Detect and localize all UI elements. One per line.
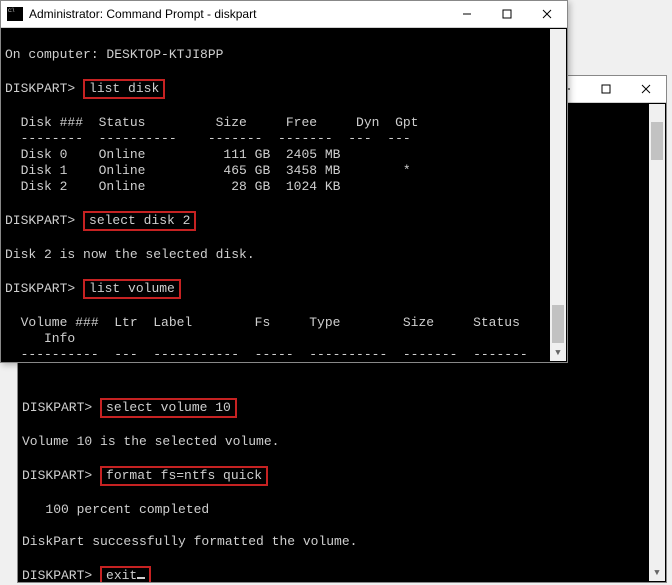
terminal-front[interactable]: On computer: DESKTOP-KTJI8PP DISKPART> l…	[1, 28, 567, 362]
minimize-button[interactable]	[447, 1, 487, 27]
window-title: Administrator: Command Prompt - diskpart	[29, 7, 447, 21]
success-msg: DiskPart successfully formatted the volu…	[22, 534, 357, 549]
scroll-thumb[interactable]	[651, 122, 663, 160]
scrollbar[interactable]: ▲ ▼	[550, 29, 566, 361]
scroll-down-icon[interactable]: ▼	[550, 345, 566, 361]
computer-line: On computer: DESKTOP-KTJI8PP	[5, 47, 223, 62]
prompt: DISKPART>	[22, 400, 92, 415]
cursor	[137, 577, 145, 579]
disk-header: Disk ### Status Size Free Dyn Gpt	[5, 115, 418, 130]
cmd-list-disk: list disk	[83, 79, 165, 99]
scroll-track[interactable]	[649, 120, 665, 565]
scroll-thumb[interactable]	[552, 305, 564, 343]
prompt: DISKPART>	[22, 568, 92, 582]
maximize-button[interactable]	[586, 76, 626, 102]
progress-msg: 100 percent completed	[22, 502, 209, 517]
vol-header: Volume ### Ltr Label Fs Type Size Status	[5, 315, 520, 330]
maximize-button[interactable]	[487, 1, 527, 27]
prompt: DISKPART>	[5, 81, 75, 96]
vol-sep: ---------- --- ----------- ----- -------…	[5, 347, 528, 362]
cmd-icon	[7, 7, 23, 21]
close-button[interactable]	[527, 1, 567, 27]
prompt: DISKPART>	[5, 281, 75, 296]
cmd-select-disk: select disk 2	[83, 211, 196, 231]
titlebar[interactable]: Administrator: Command Prompt - diskpart	[1, 1, 567, 28]
close-button[interactable]	[626, 76, 666, 102]
prompt: DISKPART>	[5, 213, 75, 228]
vol-header-cont: Info	[5, 331, 75, 346]
disk-sep: -------- ---------- ------- ------- --- …	[5, 131, 411, 146]
scrollbar[interactable]: ▲ ▼	[649, 104, 665, 581]
scroll-track[interactable]	[550, 45, 566, 345]
prompt: DISKPART>	[22, 468, 92, 483]
cmd-list-volume: list volume	[83, 279, 181, 299]
disk-row: Disk 2 Online 28 GB 1024 KB	[5, 179, 340, 194]
cmd-exit: exit	[100, 566, 151, 582]
selected-disk-msg: Disk 2 is now the selected disk.	[5, 247, 255, 262]
scroll-down-icon[interactable]: ▼	[649, 565, 665, 581]
disk-row: Disk 1 Online 465 GB 3458 MB *	[5, 163, 411, 178]
disk-row: Disk 0 Online 111 GB 2405 MB	[5, 147, 340, 162]
foreground-window: Administrator: Command Prompt - diskpart…	[0, 0, 568, 363]
selected-volume-msg: Volume 10 is the selected volume.	[22, 434, 279, 449]
cmd-format: format fs=ntfs quick	[100, 466, 268, 486]
cmd-select-volume: select volume 10	[100, 398, 237, 418]
